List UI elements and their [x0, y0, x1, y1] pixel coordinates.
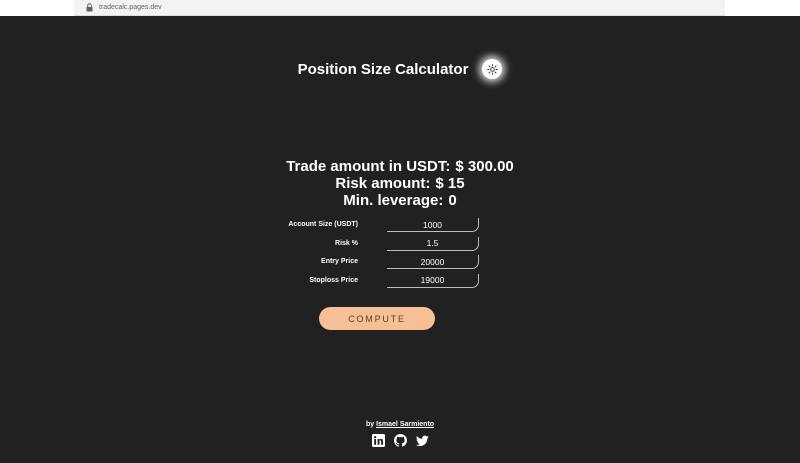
social-links [0, 434, 800, 447]
account-size-input[interactable] [387, 218, 479, 232]
trade-amount-result: Trade amount in USDT: $ 300.00 [0, 158, 800, 175]
twitter-icon[interactable] [415, 434, 429, 447]
trade-amount-label: Trade amount in USDT: [286, 158, 451, 175]
credit-by: by [365, 421, 375, 428]
results-panel: Trade amount in USDT: $ 300.00 Risk amou… [0, 158, 800, 209]
entry-price-input[interactable] [387, 255, 479, 269]
risk-amount-result: Risk amount: $ 15 [0, 175, 800, 192]
theme-toggle-button[interactable] [482, 59, 503, 79]
lock-icon [84, 2, 94, 14]
author-link[interactable]: Ismael Sarmiento [376, 421, 434, 428]
footer: by Ismael Sarmiento [0, 421, 800, 447]
author-credit: by Ismael Sarmiento [0, 421, 800, 428]
stoploss-price-input[interactable] [387, 273, 479, 288]
account-size-row: Account Size (USDT) [0, 218, 800, 237]
min-leverage-label: Min. leverage: [343, 192, 444, 209]
entry-price-row: Entry Price [0, 255, 800, 274]
github-icon[interactable] [393, 434, 407, 447]
account-size-label: Account Size (USDT) [288, 221, 358, 228]
browser-address-bar[interactable]: tradecalc.pages.dev [74, 0, 725, 16]
linkedin-icon[interactable] [371, 434, 385, 447]
calculator-form: Account Size (USDT) Risk % Entry Price S… [0, 218, 800, 292]
min-leverage-value: 0 [448, 192, 457, 209]
browser-url[interactable]: tradecalc.pages.dev [99, 4, 162, 11]
entry-price-label: Entry Price [321, 258, 358, 265]
risk-percent-row: Risk % [0, 236, 800, 256]
risk-amount-label: Risk amount: [335, 175, 431, 192]
trade-amount-value: $ 300.00 [455, 158, 514, 175]
sun-icon [487, 63, 498, 75]
page: tradecalc.pages.dev Position Size Calcul… [0, 0, 800, 463]
risk-amount-value: $ 15 [435, 175, 465, 192]
min-leverage-result: Min. leverage: 0 [0, 192, 800, 209]
compute-button[interactable]: COMPUTE [319, 307, 435, 330]
page-title: Position Size Calculator [297, 60, 469, 78]
risk-percent-input[interactable] [387, 236, 479, 251]
stoploss-price-label: Stoploss Price [309, 276, 358, 284]
app-container: Position Size Calculator Trade amount in… [0, 16, 800, 463]
header: Position Size Calculator [0, 54, 800, 84]
stoploss-price-row: Stoploss Price [0, 273, 800, 293]
risk-percent-label: Risk % [335, 239, 358, 247]
